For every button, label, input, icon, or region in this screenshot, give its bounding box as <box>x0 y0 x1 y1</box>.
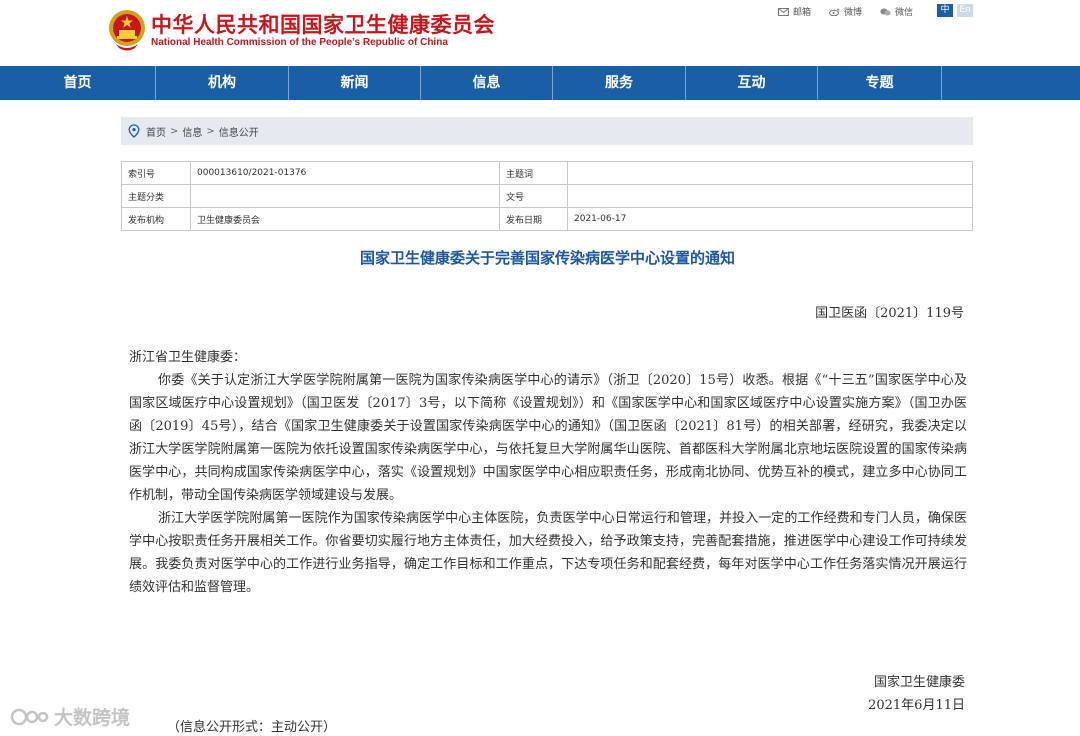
share-wechat[interactable]: 微信 <box>880 5 913 18</box>
table-row: 发布机构 卫生健康委员会 发布日期 2021-06-17 <box>121 207 973 231</box>
nav-item-empty <box>942 66 1080 100</box>
location-pin-icon <box>128 124 140 138</box>
wechat-icon <box>880 8 891 15</box>
meta-label-index-no: 索引号 <box>121 161 191 185</box>
breadcrumb-information-disclosure[interactable]: 信息公开 <box>219 124 259 139</box>
meta-label-category: 主题分类 <box>121 184 191 208</box>
nav-item-organization[interactable]: 机构 <box>156 66 288 100</box>
share-weibo[interactable]: 微博 <box>829 5 862 18</box>
meta-label-doc-no: 文号 <box>499 184 568 208</box>
share-weibo-label: 微博 <box>844 8 863 18</box>
nav-item-service[interactable]: 服务 <box>553 66 685 100</box>
meta-label-pub-date: 发布日期 <box>499 207 568 231</box>
breadcrumb-separator: > <box>170 125 179 137</box>
table-row: 索引号 000013610/2021-01376 主题词 <box>121 161 973 185</box>
document-meta-table: 索引号 000013610/2021-01376 主题词 主题分类 文号 发布机… <box>121 161 973 231</box>
site-title-english: National Health Commission of the People… <box>151 37 448 48</box>
document-number: 国卫医函〔2021〕119号 <box>815 306 964 321</box>
document-signature-block: 国家卫生健康委 2021年6月11日 <box>868 671 965 717</box>
meta-value-publisher: 卫生健康委员会 <box>190 207 500 231</box>
meta-value-category <box>190 184 500 208</box>
table-row: 主题分类 文号 <box>121 184 973 208</box>
breadcrumb-separator: > <box>206 125 215 137</box>
document-signature: 国家卫生健康委 <box>873 675 965 690</box>
nav-item-interaction[interactable]: 互动 <box>686 66 817 100</box>
nav-item-news[interactable]: 新闻 <box>289 66 420 100</box>
lang-english-button[interactable]: En <box>957 4 973 17</box>
meta-value-index-no: 000013610/2021-01376 <box>190 161 500 185</box>
document-body: 浙江省卫生健康委： 你委《关于认定浙江大学医学院附属第一医院为国家传染病医学中心… <box>129 346 967 599</box>
national-emblem-icon <box>109 10 145 51</box>
share-wechat-label: 微信 <box>895 8 914 18</box>
disclosure-note: （信息公开形式：主动公开） <box>167 720 337 735</box>
meta-label-subject-word: 主题词 <box>499 161 568 185</box>
watermark-text: 大数跨境 <box>54 707 131 729</box>
breadcrumb-home[interactable]: 首页 <box>146 124 166 139</box>
meta-value-subject-word <box>567 161 973 185</box>
nav-item-information[interactable]: 信息 <box>421 66 552 100</box>
document-title: 国家卫生健康委关于完善国家传染病医学中心设置的通知 <box>359 249 735 267</box>
document-paragraph: 你委《关于认定浙江大学医学院附属第一医院为国家传染病医学中心的请示》（浙卫〔20… <box>129 373 967 503</box>
nav-item-home[interactable]: 首页 <box>0 66 155 100</box>
site-title[interactable]: 中华人民共和国国家卫生健康委员会 <box>151 9 495 39</box>
nav-item-topics[interactable]: 专题 <box>818 66 941 100</box>
watermark: 大数跨境 <box>10 703 130 730</box>
site-header: 中华人民共和国国家卫生健康委员会 National Health Commiss… <box>0 0 1080 66</box>
breadcrumb: 首页 > 信息 > 信息公开 <box>121 117 973 145</box>
share-mail-label: 邮箱 <box>793 8 812 18</box>
breadcrumb-information[interactable]: 信息 <box>182 124 202 139</box>
watermark-logo-icon <box>10 708 49 725</box>
meta-value-pub-date: 2021-06-17 <box>567 207 973 231</box>
share-mail[interactable]: 邮箱 <box>778 5 811 18</box>
lang-chinese-button[interactable]: 中 <box>937 4 953 17</box>
main-nav: 首页 机构 新闻 信息 服务 互动 专题 <box>0 66 1080 100</box>
document-date: 2021年6月11日 <box>868 698 965 713</box>
document-salutation: 浙江省卫生健康委： <box>129 350 247 365</box>
mail-icon <box>778 7 789 16</box>
meta-label-publisher: 发布机构 <box>121 207 191 231</box>
meta-value-doc-no <box>567 184 973 208</box>
document-paragraph: 浙江大学医学院附属第一医院作为国家传染病医学中心主体医院，负责医学中心日常运行和… <box>129 511 967 595</box>
weibo-icon <box>829 8 840 16</box>
